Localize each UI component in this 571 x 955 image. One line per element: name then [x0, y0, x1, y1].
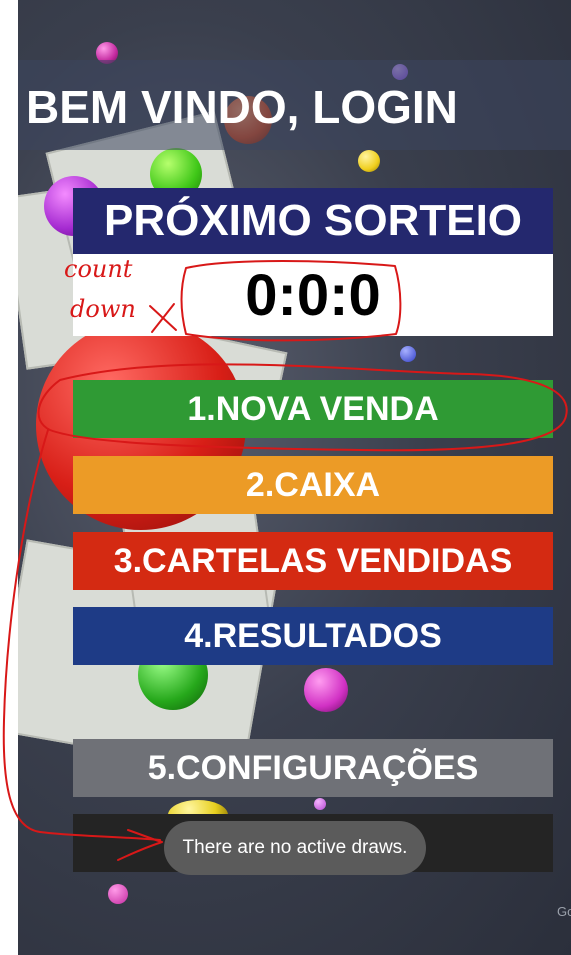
- arrow-head-annotation: [117, 829, 163, 861]
- handwritten-note-line1: count: [64, 255, 133, 283]
- timer-circle-annotation: [180, 260, 402, 342]
- button-circle-annotation: [37, 363, 568, 452]
- arrow-line-annotation: [2, 429, 161, 841]
- x-mark-annotation: [149, 303, 177, 333]
- handwritten-note-line2: down: [70, 295, 136, 323]
- handwritten-annotation-overlay: count down: [2, 255, 568, 861]
